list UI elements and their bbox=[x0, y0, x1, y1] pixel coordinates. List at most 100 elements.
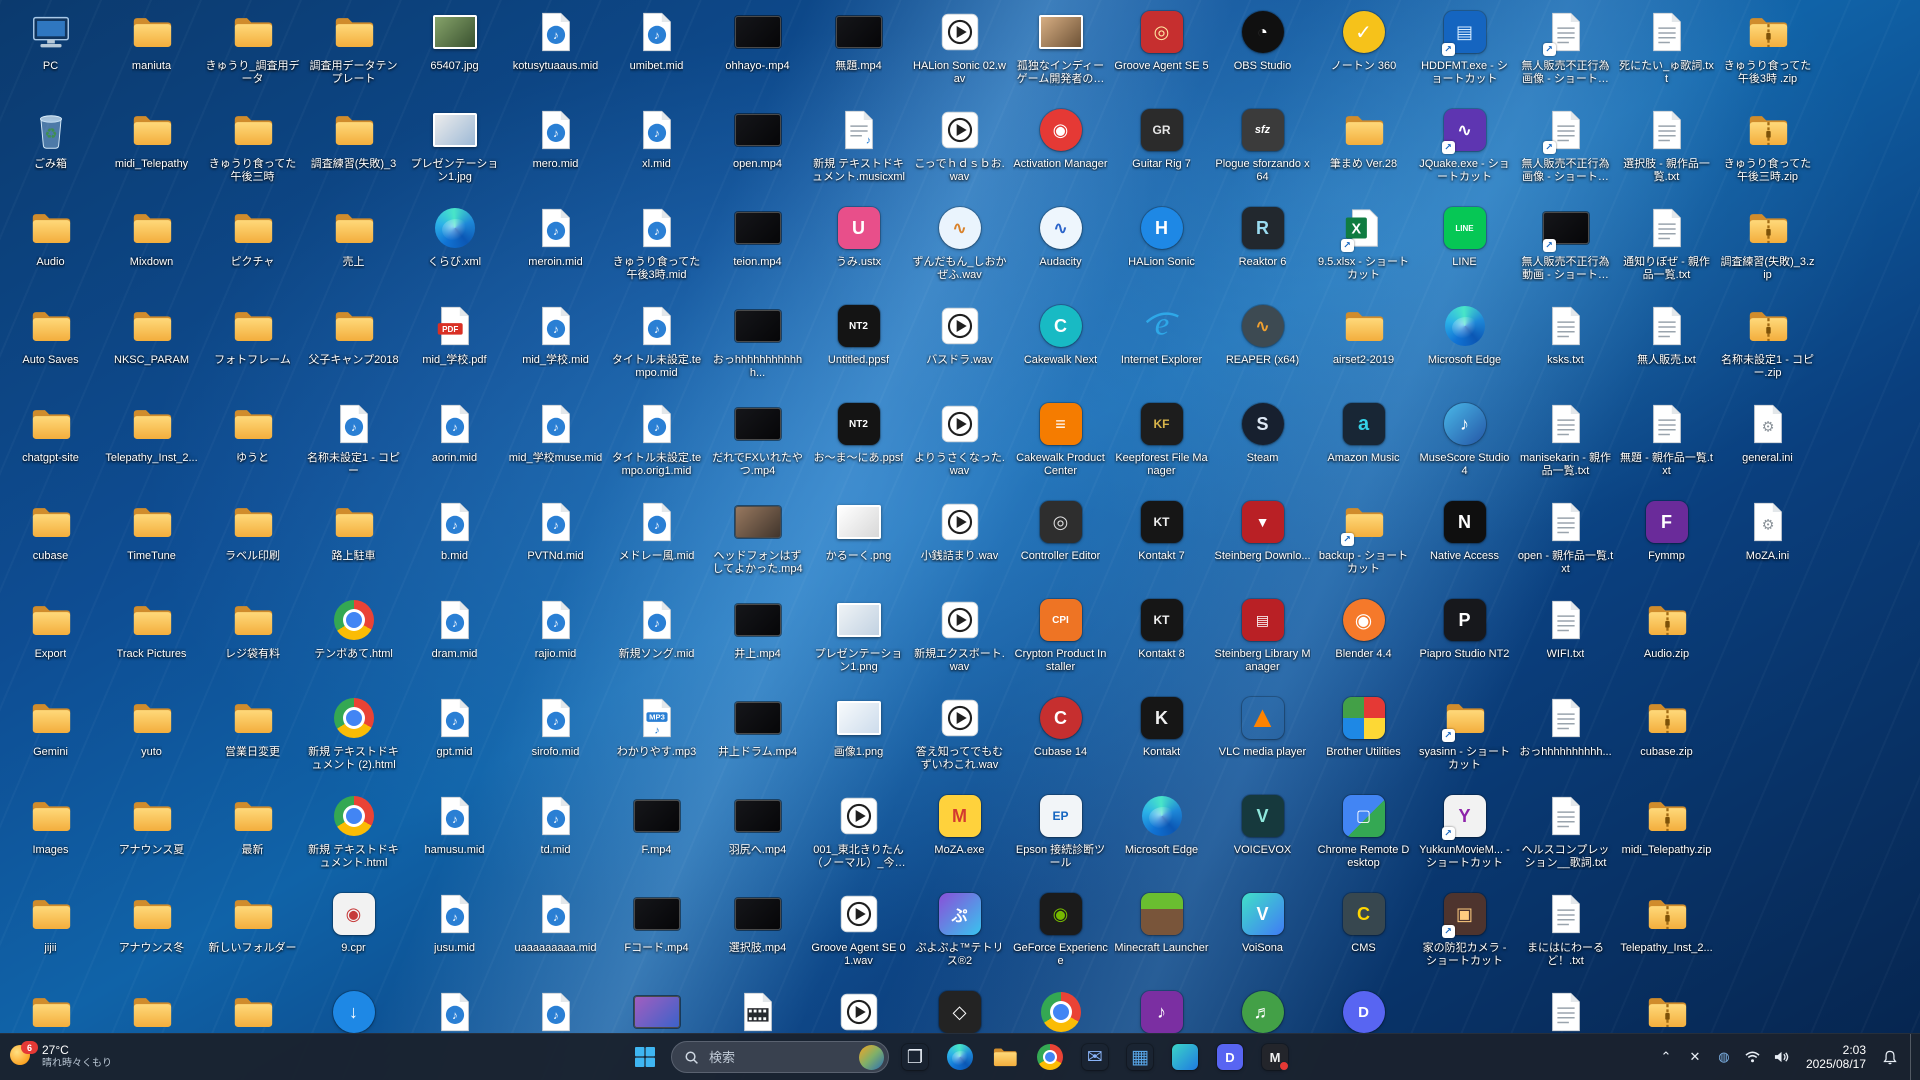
desktop-icon[interactable]: ゆうと bbox=[202, 392, 303, 490]
desktop-icon[interactable]: EPEpson 接続診断ツール bbox=[1010, 784, 1111, 882]
desktop-icon[interactable]: ▤Steinberg Library Manager bbox=[1212, 588, 1313, 686]
desktop-icon[interactable]: VVOICEVOX bbox=[1212, 784, 1313, 882]
desktop-icon[interactable]: PPiapro Studio NT2 bbox=[1414, 588, 1515, 686]
desktop-icon[interactable]: 無題 - 親作品一覧.txt bbox=[1616, 392, 1717, 490]
desktop-icon[interactable]: ◉9.cpr bbox=[303, 882, 404, 980]
taskbar-search[interactable] bbox=[671, 1041, 889, 1073]
desktop-icon[interactable]: open - 親作品一覧.txt bbox=[1515, 490, 1616, 588]
desktop-icon[interactable]: テンポあて.html bbox=[303, 588, 404, 686]
desktop-icon[interactable]: ▤↗HDDFMT.exe - ショートカット bbox=[1414, 0, 1515, 98]
desktop-icon[interactable]: KTKontakt 8 bbox=[1111, 588, 1212, 686]
desktop-icon[interactable]: 新規 テキストドキュメント (2).html bbox=[303, 686, 404, 784]
desktop-icon[interactable]: ♻ごみ箱 bbox=[0, 98, 101, 196]
desktop-icon[interactable]: ♪MuseScore Studio 4 bbox=[1414, 392, 1515, 490]
desktop-icon[interactable]: ♪sirofo.mid bbox=[505, 686, 606, 784]
desktop-icon[interactable]: NKSC_PARAM bbox=[101, 294, 202, 392]
desktop-icon[interactable]: 65407.jpg bbox=[404, 0, 505, 98]
widgets-button[interactable]: 6 27°C 晴れ時々くもり bbox=[10, 1044, 112, 1070]
desktop-icon[interactable]: かるーく.png bbox=[808, 490, 909, 588]
desktop-icon[interactable]: WIFI.txt bbox=[1515, 588, 1616, 686]
desktop-icon[interactable]: yuto bbox=[101, 686, 202, 784]
desktop-icon[interactable]: GRGuitar Rig 7 bbox=[1111, 98, 1212, 196]
search-input[interactable] bbox=[707, 1049, 851, 1066]
start-button[interactable] bbox=[626, 1038, 664, 1076]
desktop-icon[interactable]: Groove Agent SE 01.wav bbox=[808, 882, 909, 980]
desktop-icon[interactable]: Telepathy_Inst_2... bbox=[1616, 882, 1717, 980]
desktop-icon[interactable]: ⚙general.ini bbox=[1717, 392, 1818, 490]
desktop-icon[interactable]: ∿Audacity bbox=[1010, 196, 1111, 294]
network-icon[interactable] bbox=[1742, 1042, 1764, 1072]
desktop-icon[interactable]: KFKeepforest File Manager bbox=[1111, 392, 1212, 490]
desktop-icon[interactable]: ♪hamusu.mid bbox=[404, 784, 505, 882]
desktop-icon[interactable]: ♪タイトル未設定.tempo.mid bbox=[606, 294, 707, 392]
desktop-icon[interactable]: レジ袋有料 bbox=[202, 588, 303, 686]
desktop-icon[interactable]: ♪jusu.mid bbox=[404, 882, 505, 980]
desktop-icon[interactable]: RReaktor 6 bbox=[1212, 196, 1313, 294]
desktop-icon[interactable]: Gemini bbox=[0, 686, 101, 784]
taskbar-icon-mail[interactable]: ✉ bbox=[1076, 1038, 1114, 1076]
desktop-icon[interactable]: Microsoft Edge bbox=[1111, 784, 1212, 882]
desktop-icon[interactable]: aAmazon Music bbox=[1313, 392, 1414, 490]
desktop-icon[interactable]: manisekarin - 親作品一覧.txt bbox=[1515, 392, 1616, 490]
desktop-icon[interactable]: ♪gpt.mid bbox=[404, 686, 505, 784]
desktop-icon[interactable]: アナウンス冬 bbox=[101, 882, 202, 980]
desktop-icon[interactable]: ↗backup - ショートカット bbox=[1313, 490, 1414, 588]
desktop-icon[interactable]: Mixdown bbox=[101, 196, 202, 294]
desktop-icon[interactable]: ∿ずんだもん_しおかぜふ.wav bbox=[909, 196, 1010, 294]
desktop-icon[interactable]: ♪kotusytuaaus.mid bbox=[505, 0, 606, 98]
desktop-icon[interactable]: Audio.zip bbox=[1616, 588, 1717, 686]
desktop-icon[interactable]: ♪aorin.mid bbox=[404, 392, 505, 490]
desktop-icon[interactable]: ♪meroin.mid bbox=[505, 196, 606, 294]
desktop-icon[interactable]: 調査用データテンプレート bbox=[303, 0, 404, 98]
desktop-icon[interactable]: 答え知ってでもむずいわこれ.wav bbox=[909, 686, 1010, 784]
desktop-icon[interactable]: Images bbox=[0, 784, 101, 882]
desktop-icon[interactable]: MMoZA.exe bbox=[909, 784, 1010, 882]
desktop-icon[interactable]: ▲VLC media player bbox=[1212, 686, 1313, 784]
taskbar-clock[interactable]: 2:03 2025/08/17 bbox=[1802, 1041, 1870, 1073]
desktop-icon[interactable]: Uうみ.ustx bbox=[808, 196, 909, 294]
desktop-icon[interactable]: よりうさくなった.wav bbox=[909, 392, 1010, 490]
hidden-icons-chevron-icon[interactable]: ⌃ bbox=[1655, 1042, 1677, 1072]
desktop-icon[interactable]: Y↗YukkunMovieM... - ショートカット bbox=[1414, 784, 1515, 882]
desktop-icon[interactable]: midi_Telepathy bbox=[101, 98, 202, 196]
desktop-icon[interactable]: ヘッドフォンはずしてよかった.mp4 bbox=[707, 490, 808, 588]
desktop-icon[interactable]: CCMS bbox=[1313, 882, 1414, 980]
desktop-icon[interactable]: ∿REAPER (x64) bbox=[1212, 294, 1313, 392]
desktop-icon[interactable]: ↗無人販売不正行為画像 - ショートカッ... bbox=[1515, 0, 1616, 98]
desktop-icon[interactable]: 新規 テキストドキュメント.html bbox=[303, 784, 404, 882]
tray-app-x-icon[interactable]: ✕ bbox=[1684, 1042, 1706, 1072]
desktop-icon[interactable]: open.mp4 bbox=[707, 98, 808, 196]
desktop-icon[interactable]: 路上駐車 bbox=[303, 490, 404, 588]
volume-icon[interactable] bbox=[1771, 1042, 1793, 1072]
desktop-icon[interactable]: 新しいフォルダー bbox=[202, 882, 303, 980]
desktop-icon[interactable]: VVoiSona bbox=[1212, 882, 1313, 980]
desktop-icon[interactable]: 名称未設定1 - コピー.zip bbox=[1717, 294, 1818, 392]
desktop-icon[interactable]: X↗9.5.xlsx - ショートカット bbox=[1313, 196, 1414, 294]
desktop-icon[interactable]: ◔OBS Studio bbox=[1212, 0, 1313, 98]
desktop-icon[interactable]: ♪uaaaaaaaaa.mid bbox=[505, 882, 606, 980]
desktop-icon[interactable]: ◉GeForce Experience bbox=[1010, 882, 1111, 980]
desktop-icon[interactable]: くらび.xml bbox=[404, 196, 505, 294]
desktop-icon[interactable]: 選択肢.mp4 bbox=[707, 882, 808, 980]
desktop-icon[interactable]: PDFmid_学校.pdf bbox=[404, 294, 505, 392]
desktop-icon[interactable]: おっhhhhhhhhhh... bbox=[1515, 686, 1616, 784]
desktop-icon[interactable]: アナウンス夏 bbox=[101, 784, 202, 882]
desktop-icon[interactable]: だれでFXいれたやつ.mp4 bbox=[707, 392, 808, 490]
taskbar-icon-file-explorer[interactable] bbox=[986, 1038, 1024, 1076]
desktop-icon[interactable]: TimeTune bbox=[101, 490, 202, 588]
desktop-icon[interactable]: ♪xl.mid bbox=[606, 98, 707, 196]
desktop-icon[interactable]: ♪新規ソング.mid bbox=[606, 588, 707, 686]
desktop-icon[interactable]: ↗無人販売不正行為画像 - ショートカット bbox=[1515, 98, 1616, 196]
desktop-icon[interactable]: ♪名称未設定1 - コピー bbox=[303, 392, 404, 490]
desktop-icon[interactable]: ▼Steinberg Downlo... bbox=[1212, 490, 1313, 588]
desktop-icon[interactable]: ◎Controller Editor bbox=[1010, 490, 1111, 588]
desktop-icon[interactable]: cubase.zip bbox=[1616, 686, 1717, 784]
desktop-icon[interactable]: 羽尻へ.mp4 bbox=[707, 784, 808, 882]
desktop-icon[interactable]: Fコード.mp4 bbox=[606, 882, 707, 980]
desktop-icon[interactable]: きゅうり食ってた午後3時 .zip bbox=[1717, 0, 1818, 98]
desktop-icon[interactable]: airset2-2019 bbox=[1313, 294, 1414, 392]
taskbar-icon-task-view[interactable]: ❐ bbox=[896, 1038, 934, 1076]
desktop-icon[interactable]: プレゼンテーション1.png bbox=[808, 588, 909, 686]
desktop-icon[interactable]: ksks.txt bbox=[1515, 294, 1616, 392]
desktop-background[interactable]: PC♻ごみ箱AudioAuto Saveschatgpt-sitecubaseE… bbox=[0, 0, 1920, 1080]
